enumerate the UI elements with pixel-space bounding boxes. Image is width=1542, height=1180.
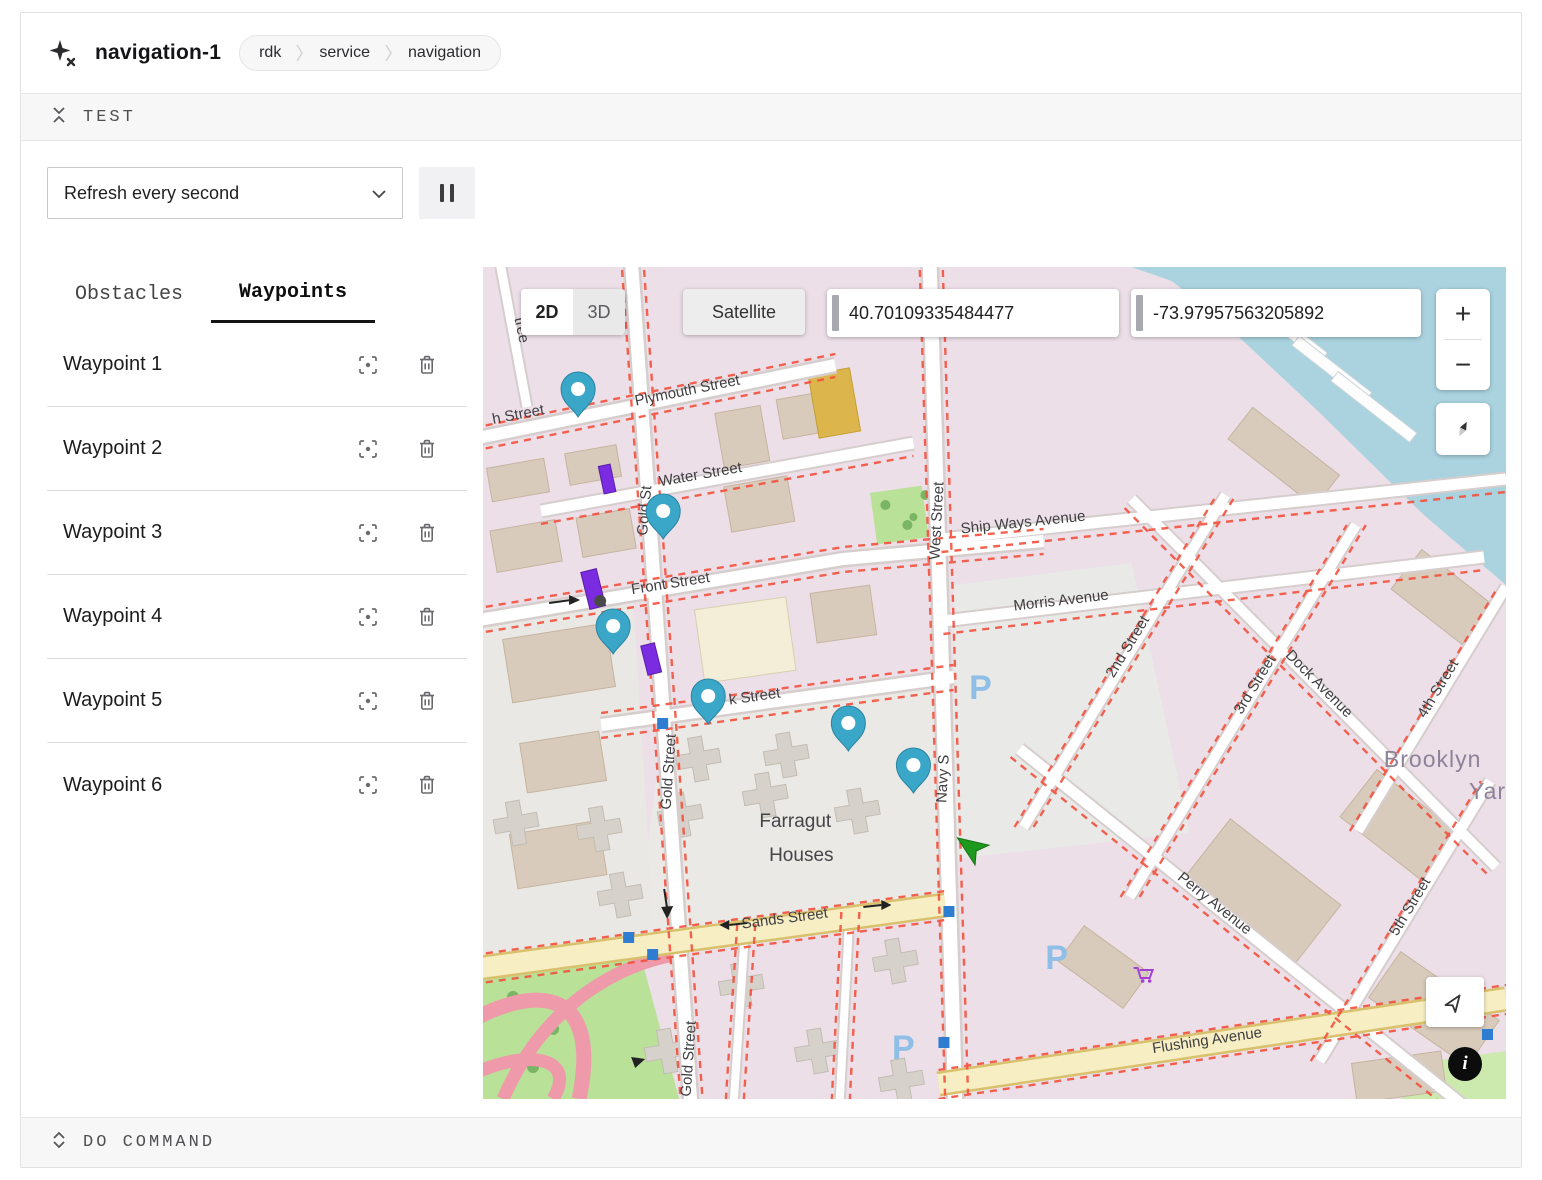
breadcrumb-separator-icon <box>385 43 393 63</box>
tabs: Obstacles Waypoints <box>47 267 467 323</box>
map-2d-button[interactable]: 2D <box>521 289 573 335</box>
navigation-service-icon <box>47 38 77 68</box>
parking-symbol: P <box>892 1029 915 1067</box>
zoom-in-button[interactable]: + <box>1436 289 1490 339</box>
refresh-rate-value: Refresh every second <box>64 183 239 204</box>
waypoint-label: Waypoint 3 <box>63 521 353 544</box>
longitude-drag-handle[interactable] <box>1136 295 1143 331</box>
waypoint-list: Waypoint 1 Waypoint 2 Waypoint 3 Waypoin… <box>47 323 467 827</box>
waypoint-label: Waypoint 6 <box>63 774 353 797</box>
delete-waypoint-button[interactable] <box>413 770 441 800</box>
focus-waypoint-button[interactable] <box>353 518 383 548</box>
waypoint-row: Waypoint 6 <box>47 743 467 827</box>
waypoint-row: Waypoint 1 <box>47 323 467 407</box>
tab-obstacles[interactable]: Obstacles <box>47 267 211 323</box>
delete-waypoint-button[interactable] <box>413 434 441 464</box>
list-panel: Obstacles Waypoints Waypoint 1 Waypoint … <box>47 267 483 827</box>
delete-waypoint-button[interactable] <box>413 602 441 632</box>
focus-waypoint-button[interactable] <box>353 350 383 380</box>
refresh-rate-select[interactable]: Refresh every second <box>47 167 403 219</box>
map-satellite-button[interactable]: Satellite <box>683 289 805 335</box>
card-header: navigation-1 rdk service navigation <box>21 13 1521 93</box>
collapse-section-icon <box>51 106 67 129</box>
do-command-section-header[interactable]: DO COMMAND <box>21 1117 1521 1167</box>
waypoint-row: Waypoint 3 <box>47 491 467 575</box>
breadcrumb-item-service: service <box>304 44 385 62</box>
breadcrumb: rdk service navigation <box>239 35 501 71</box>
breadcrumb-item-rdk: rdk <box>244 44 296 62</box>
zoom-control: + − <box>1436 289 1490 390</box>
focus-waypoint-button[interactable] <box>353 434 383 464</box>
waypoint-row: Waypoint 4 <box>47 575 467 659</box>
compass-needle-icon <box>1453 419 1473 439</box>
tab-waypoints[interactable]: Waypoints <box>211 267 375 323</box>
map-3d-button[interactable]: 3D <box>573 289 625 335</box>
pause-refresh-button[interactable] <box>419 167 475 219</box>
delete-waypoint-button[interactable] <box>413 350 441 380</box>
place-label-farragut-1: Farragut <box>759 811 832 832</box>
waypoint-row: Waypoint 5 <box>47 659 467 743</box>
longitude-field <box>1131 289 1421 337</box>
waypoint-label: Waypoint 2 <box>63 437 353 460</box>
pause-icon <box>450 184 454 202</box>
test-section-header[interactable]: TEST <box>21 93 1521 141</box>
waypoint-row: Waypoint 2 <box>47 407 467 491</box>
chevron-down-icon <box>372 183 386 204</box>
latitude-drag-handle[interactable] <box>832 295 839 331</box>
waypoint-label: Waypoint 5 <box>63 689 353 712</box>
map-mode-toggle: 2D 3D <box>521 289 625 335</box>
map-canvas[interactable]: P P P Plymouth Street Water Street Front… <box>483 267 1506 1099</box>
do-command-label: DO COMMAND <box>83 1133 215 1152</box>
map-info-button[interactable]: i <box>1448 1047 1482 1081</box>
map-container[interactable]: P P P Plymouth Street Water Street Front… <box>483 267 1506 1099</box>
locate-button[interactable] <box>1426 977 1484 1027</box>
delete-waypoint-button[interactable] <box>413 518 441 548</box>
place-label-brooklyn: Brooklyn <box>1384 746 1482 772</box>
navigation-arrow-icon <box>1444 991 1466 1013</box>
main-content: Obstacles Waypoints Waypoint 1 Waypoint … <box>21 267 1521 1099</box>
focus-waypoint-button[interactable] <box>353 770 383 800</box>
parking-symbol: P <box>1045 939 1068 977</box>
latitude-input[interactable] <box>839 303 1119 324</box>
refresh-controls: Refresh every second <box>21 141 1521 267</box>
navigation-card: navigation-1 rdk service navigation TEST… <box>20 12 1522 1168</box>
parking-symbol: P <box>969 669 992 707</box>
waypoint-label: Waypoint 1 <box>63 353 353 376</box>
page-title: navigation-1 <box>95 41 221 65</box>
delete-waypoint-button[interactable] <box>413 686 441 716</box>
focus-waypoint-button[interactable] <box>353 686 383 716</box>
pause-icon <box>440 184 444 202</box>
test-section-label: TEST <box>83 108 136 127</box>
longitude-input[interactable] <box>1143 303 1421 324</box>
street-label-navy: Navy S <box>933 754 953 803</box>
focus-waypoint-button[interactable] <box>353 602 383 632</box>
place-label-yard: Yard <box>1469 778 1506 804</box>
breadcrumb-separator-icon <box>296 43 304 63</box>
base-marker <box>594 595 606 607</box>
breadcrumb-item-navigation: navigation <box>393 44 496 62</box>
expand-section-icon <box>51 1131 67 1154</box>
waypoint-label: Waypoint 4 <box>63 605 353 628</box>
compass-button[interactable] <box>1436 403 1490 455</box>
place-label-farragut-2: Houses <box>769 845 833 866</box>
zoom-out-button[interactable]: − <box>1436 340 1490 390</box>
latitude-field <box>827 289 1119 337</box>
